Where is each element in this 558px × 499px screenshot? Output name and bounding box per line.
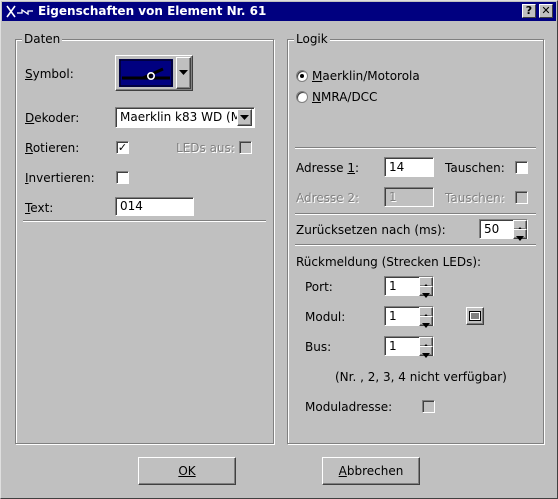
ok-button[interactable]: OK [138,457,236,485]
adresse2-value: 1 [389,190,397,204]
module-grid-icon [469,311,481,321]
adresse2-input[interactable]: 1 [384,187,434,207]
logik-legend: Logik [294,32,330,46]
invertieren-label: Invertieren: [25,171,95,185]
moduladresse-checkbox[interactable] [422,400,435,413]
radio-selected-dot [300,74,304,78]
radio-nmra[interactable] [296,91,308,103]
module-browse-button[interactable] [466,307,484,325]
arrow-down-icon [422,293,430,298]
dekoder-dropdown-button[interactable] [237,109,252,126]
reset-spinbox[interactable]: 50 [479,219,528,241]
daten-legend: Daten [22,32,63,46]
logik-separator-2 [295,213,536,215]
adresse1-label: Adresse 1: [296,161,360,175]
symbol-dropdown-button[interactable] [176,57,191,89]
text-value: 014 [120,199,143,213]
rotieren-checkbox[interactable]: ✓ [116,141,129,154]
arrow-down-icon [422,353,430,358]
symbol-label: Symbol: [25,67,74,81]
arrow-down-icon [516,236,524,241]
chevron-down-icon [179,70,188,75]
tauschen1-checkbox[interactable] [515,161,528,174]
dekoder-label: Dekoder: [25,111,80,125]
tauschen1-label: Tauschen: [445,161,505,175]
modul-value: 1 [389,309,397,323]
chevron-down-icon [240,115,249,120]
properties-dialog: Eigenschaften von Element Nr. 61 ? ✕ Dat… [0,0,558,499]
symbol-picker[interactable] [115,55,193,91]
title-bar[interactable]: Eigenschaften von Element Nr. 61 ? ✕ [2,2,556,21]
rueckmeldung-label: Rückmeldung (Strecken LEDs): [296,255,482,269]
dekoder-value: Maerklin k83 WD (M) [120,110,246,124]
leds-aus-checkbox[interactable] [239,141,252,154]
daten-group: Daten [15,32,274,444]
help-button[interactable]: ? [522,4,536,18]
logik-separator-3 [295,244,536,246]
leds-aus-label: LEDs aus: [176,141,235,155]
daten-separator [23,220,266,222]
port-value: 1 [389,279,397,293]
radio-maerklin[interactable] [296,70,308,82]
rotieren-label: Rotieren: [25,141,80,155]
bus-spinbox[interactable]: 1 [384,336,434,358]
modul-label: Modul: [305,310,346,324]
spin-down-button[interactable] [419,286,433,298]
bus-label: Bus: [305,340,332,354]
modul-spinbox[interactable]: 1 [384,306,434,328]
moduladresse-label: Moduladresse: [305,400,393,414]
port-label: Port: [305,280,333,294]
adresse1-value: 14 [389,160,405,174]
availability-hint: (Nr. , 2, 3, 4 nicht verfügbar) [335,370,507,384]
dekoder-select[interactable]: Maerklin k83 WD (M) [115,107,255,128]
port-spinbox[interactable]: 1 [384,276,434,298]
window-title: Eigenschaften von Element Nr. 61 [38,4,267,18]
maerklin-label[interactable]: Maerklin/Motorola [312,69,420,83]
reset-value: 50 [484,222,500,236]
spin-down-button[interactable] [513,229,527,241]
app-logo-icon [6,5,33,18]
cancel-label: Abbrechen [338,464,404,478]
text-label: Text: [25,201,54,215]
turnout-symbol-icon [119,59,173,87]
adresse2-label: Adresse 2: [296,191,360,205]
reset-label: Zurücksetzen nach (ms): [296,223,446,237]
logik-separator-1 [295,147,536,149]
cancel-button[interactable]: Abbrechen [322,457,420,485]
spin-down-button[interactable] [419,316,433,328]
spin-down-button[interactable] [419,346,433,358]
tauschen2-label: Tauschen: [445,191,505,205]
invertieren-checkbox[interactable] [116,171,129,184]
text-input[interactable]: 014 [115,197,194,216]
bus-value: 1 [389,339,397,353]
adresse1-input[interactable]: 14 [384,157,434,177]
tauschen2-checkbox[interactable] [515,191,528,204]
nmra-label[interactable]: NMRA/DCC [312,90,377,104]
ok-label: OK [178,464,196,478]
close-button[interactable]: ✕ [539,4,553,18]
arrow-down-icon [422,323,430,328]
